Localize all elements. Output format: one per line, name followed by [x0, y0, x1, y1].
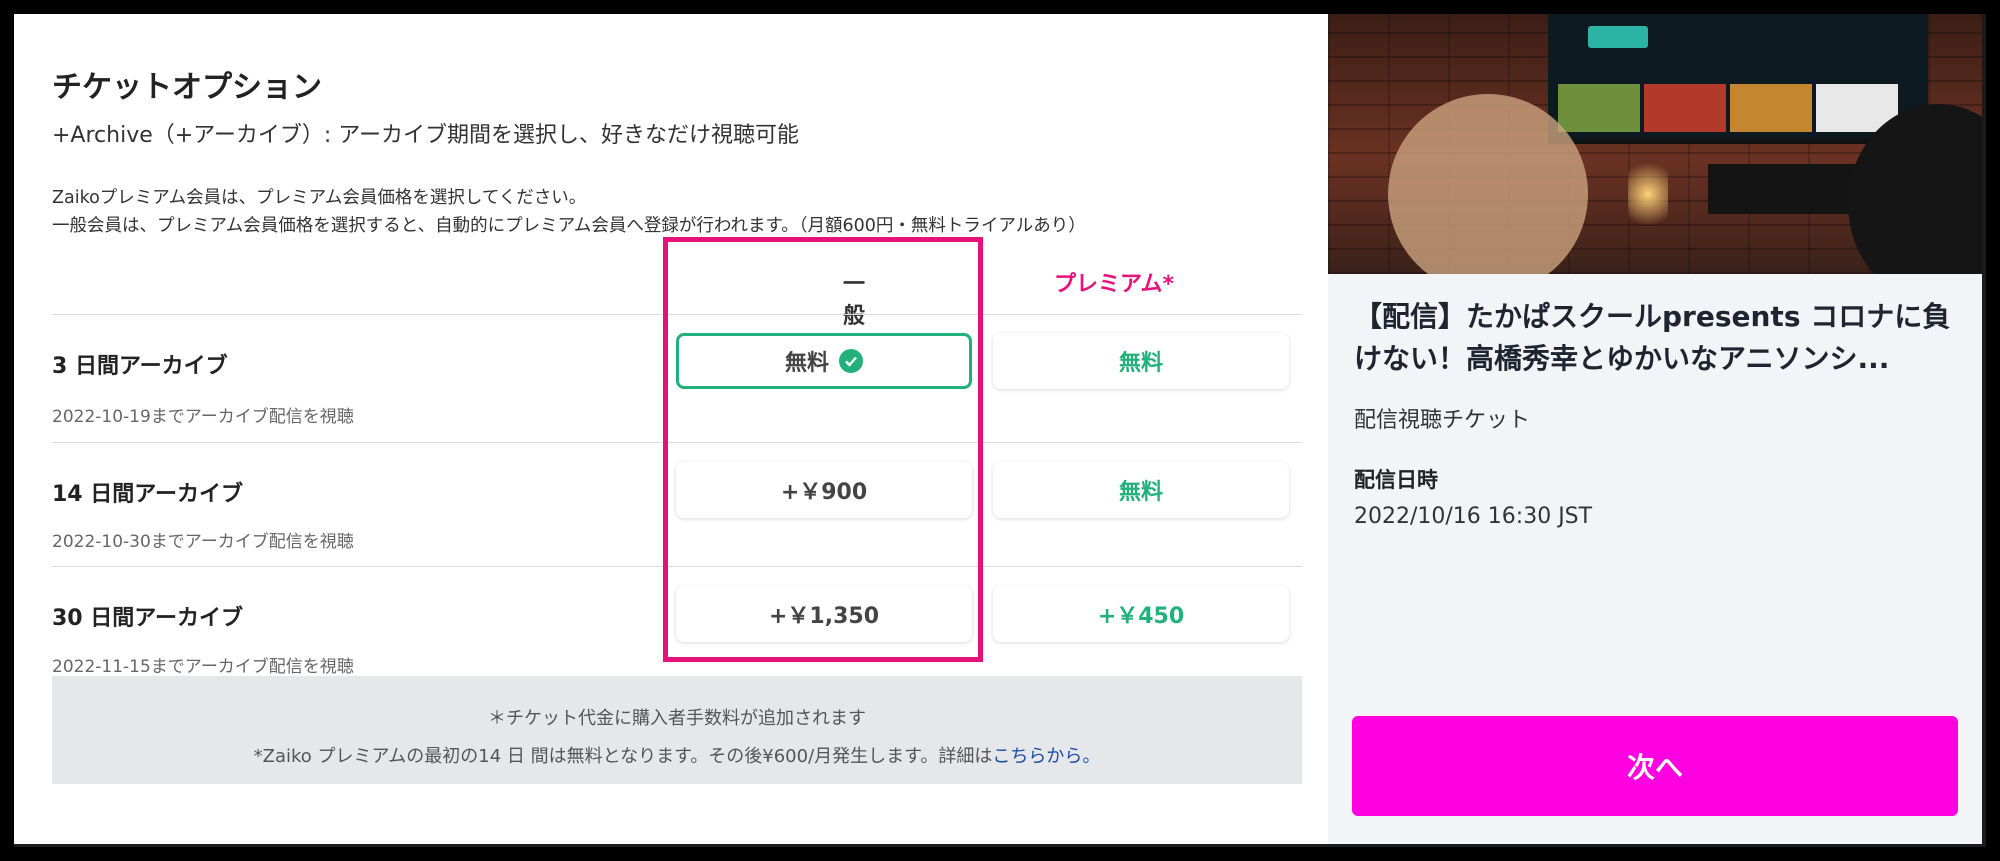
premium-trial-note: *Zaiko プレミアムの最初の14 日 間は無料となります。その後¥600/月…	[52, 742, 1302, 768]
event-thumbnail	[1328, 14, 1982, 274]
event-title: 【配信】たかぱスクールpresents コロナに負けない！高橋秀幸とゆかいなアニ…	[1354, 300, 1951, 375]
column-header-general: 一般	[842, 272, 865, 329]
fee-note: ＊チケット代金に購入者手数料が追加されます	[488, 708, 866, 729]
divider	[52, 566, 1302, 567]
ticket-type: 配信視聴チケット	[1354, 408, 1531, 433]
tv-screen	[1548, 14, 1928, 144]
stream-date-label: 配信日時	[1354, 468, 1438, 492]
option-subtitle-30day: 2022-11-15までアーカイブ配信を視聴	[52, 657, 354, 677]
price-label: +￥450	[1097, 604, 1185, 629]
price-label: 無料	[1118, 351, 1163, 376]
fee-notice: ＊チケット代金に購入者手数料が追加されます *Zaiko プレミアムの最初の14…	[52, 676, 1302, 784]
column-header-premium: プレミアム*	[1054, 272, 1174, 297]
price-label: 無料	[1118, 480, 1163, 505]
option-subtitle-3day: 2022-10-19までアーカイブ配信を視聴	[52, 407, 354, 427]
divider	[52, 442, 1302, 443]
option-14day-premium-button[interactable]: 無料	[993, 462, 1289, 518]
price-label: 無料	[784, 351, 829, 376]
option-3day-premium-button[interactable]: 無料	[993, 333, 1289, 389]
ticket-option-modal: チケットオプション +Archive（+アーカイブ）: アーカイブ期間を選択し、…	[14, 14, 1982, 844]
check-icon	[839, 349, 863, 373]
option-14day-general-button[interactable]: +￥900	[676, 462, 972, 518]
price-label: +￥1,350	[768, 604, 880, 629]
premium-trial-text: *Zaiko プレミアムの最初の14 日 間は無料となります。その後¥600/月…	[253, 746, 993, 767]
option-title-14day: 14 日間アーカイブ	[52, 482, 243, 507]
note-line: Zaikoプレミアム会員は、プレミアム会員価格を選択してください。	[52, 188, 587, 208]
page-title: チケットオプション	[52, 70, 322, 105]
option-3day-general-button[interactable]: 無料	[676, 333, 972, 389]
option-30day-premium-button[interactable]: +￥450	[993, 586, 1289, 642]
archive-subtitle: +Archive（+アーカイブ）: アーカイブ期間を選択し、好きなだけ視聴可能	[52, 123, 799, 148]
option-title-30day: 30 日間アーカイブ	[52, 606, 243, 631]
stream-date-value: 2022/10/16 16:30 JST	[1354, 504, 1593, 529]
event-summary-panel: 【配信】たかぱスクールpresents コロナに負けない！高橋秀幸とゆかいなアニ…	[1328, 14, 1982, 844]
details-link[interactable]: こちらから。	[992, 746, 1100, 767]
ticket-options-panel: チケットオプション +Archive（+アーカイブ）: アーカイブ期間を選択し、…	[14, 14, 1328, 844]
note-line: 一般会員は、プレミアム会員価格を選択すると、自動的にプレミアム会員へ登録が行われ…	[52, 216, 1086, 236]
option-title-3day: 3 日間アーカイブ	[52, 354, 228, 379]
option-30day-general-button[interactable]: +￥1,350	[676, 586, 972, 642]
membership-notes: Zaikoプレミアム会員は、プレミアム会員価格を選択してください。 一般会員は、…	[52, 184, 1086, 240]
option-subtitle-14day: 2022-10-30までアーカイブ配信を視聴	[52, 532, 354, 552]
price-label: +￥900	[780, 480, 868, 505]
divider	[52, 314, 1302, 315]
next-button[interactable]: 次へ	[1352, 716, 1958, 816]
